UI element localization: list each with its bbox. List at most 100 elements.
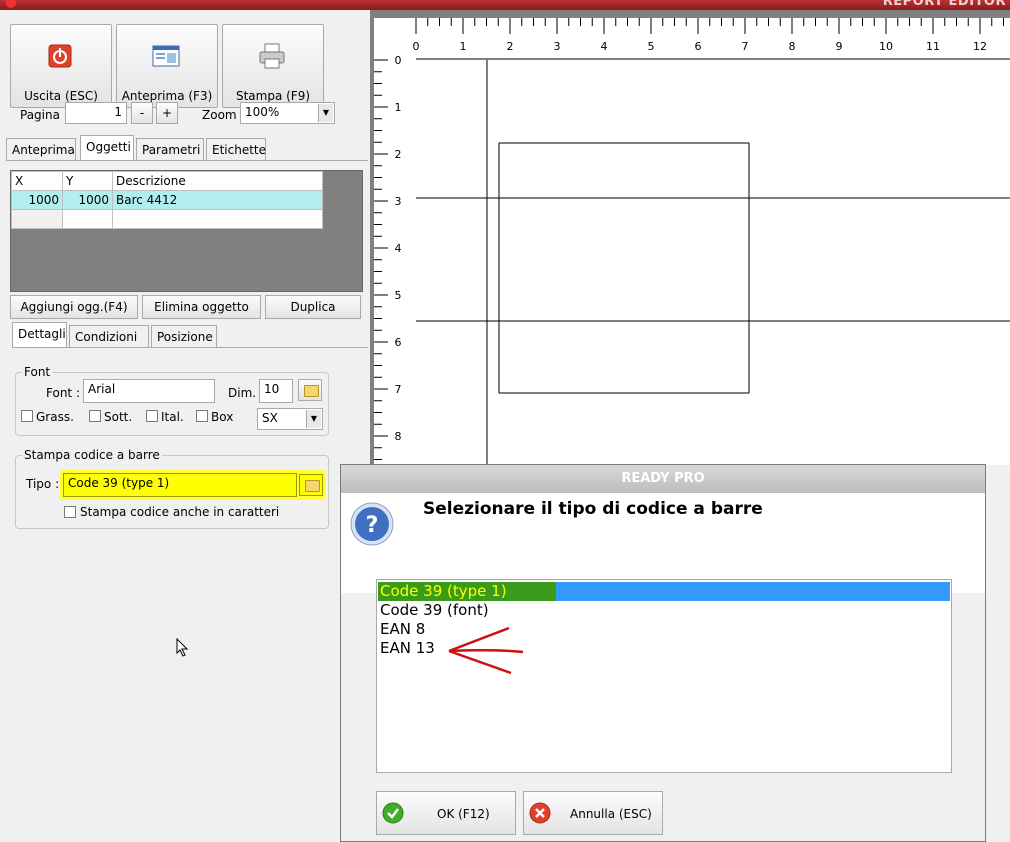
cancel-button[interactable]: Annulla (ESC) [523,791,663,835]
column-header-descrizione[interactable]: Descrizione [112,171,323,191]
delete-object-button[interactable]: Elimina oggetto [142,295,261,319]
print-chars-label: Stampa codice anche in caratteri [80,505,280,519]
dialog-title: READY PRO [341,465,985,493]
list-item-ean8[interactable]: EAN 8 [380,620,425,639]
cell-empty[interactable] [11,209,63,229]
add-object-button[interactable]: Aggiungi ogg.(F4) [10,295,138,319]
zoom-select[interactable]: 100% ▼ [240,102,335,124]
cell-empty[interactable] [112,209,323,229]
ruler-left-label: 8 [395,430,402,443]
window-title-bar: REPORT EDITOR [0,0,1010,10]
underline-label: Sott. [104,410,133,424]
ruler-left-label: 1 [395,101,402,114]
font-size-label: Dim. [228,386,257,400]
chevron-down-icon: ▼ [318,104,333,122]
ruler-top-label: 11 [926,40,940,53]
bold-label: Grass. [36,410,74,424]
page-number-field[interactable]: 1 [65,102,127,124]
ok-button-label: OK (F12) [437,807,490,821]
main-tabbar: Anteprima Oggetti Parametri Etichette [6,135,366,160]
ruler-left-label: 7 [395,383,402,396]
check-icon [382,802,404,824]
page-next-button[interactable]: + [156,102,178,124]
barcode-type-field[interactable]: Code 39 (type 1) [63,473,297,497]
tab-divider [6,160,368,161]
font-size-field[interactable]: 10 [259,379,293,403]
tab-condizioni[interactable]: Condizioni [69,325,149,347]
underline-checkbox[interactable] [89,410,101,422]
ruler-left-label: 6 [395,336,402,349]
bold-checkbox[interactable] [21,410,33,422]
column-header-y[interactable]: Y [62,171,113,191]
question-icon: ? [350,502,394,546]
objects-grid[interactable]: X Y Descrizione 1000 1000 Barc 4412 [10,170,363,292]
column-header-x[interactable]: X [11,171,63,191]
printer-icon [259,43,285,69]
tab-dettagli[interactable]: Dettagli [12,322,67,347]
list-item-ean13[interactable]: EAN 13 [380,639,435,658]
barcode-type-list[interactable]: Code 39 (type 1) Code 39 (font) EAN 8 EA… [376,579,952,773]
svg-text:?: ? [366,513,379,538]
ruler-top-label: 7 [742,40,749,53]
cell-descrizione[interactable]: Barc 4412 [112,190,323,210]
power-icon [48,44,72,68]
alignment-select[interactable]: SX ▼ [257,408,323,430]
cell-y[interactable]: 1000 [62,190,113,210]
exit-button[interactable]: Uscita (ESC) [10,24,112,108]
cell-x[interactable]: 1000 [11,190,63,210]
tab-posizione[interactable]: Posizione [151,325,217,347]
app-logo-icon [6,0,16,8]
ruler-left-label: 4 [395,242,402,255]
ruler-top-label: 1 [460,40,467,53]
print-button[interactable]: Stampa (F9) [222,24,324,108]
page-prev-button[interactable]: - [131,102,153,124]
ruler-left-label: 3 [395,195,402,208]
font-label: Font : [46,386,80,400]
table-row[interactable]: 1000 1000 Barc 4412 [11,190,323,210]
cell-empty[interactable] [62,209,113,229]
preview-button[interactable]: Anteprima (F3) [116,24,218,108]
ok-button[interactable]: OK (F12) [376,791,516,835]
ruler-top-label: 12 [973,40,987,53]
preview-button-label: Anteprima (F3) [121,89,213,103]
report-canvas[interactable]: 0 1 2 3 4 5 6 7 8 9 10 11 12 012345678 [370,14,1010,465]
cancel-button-label: Annulla (ESC) [570,807,652,821]
exit-button-label: Uscita (ESC) [24,89,98,103]
italic-label: Ital. [161,410,184,424]
barcode-type-dialog: READY PRO ? Selezionare il tipo di codic… [340,464,986,842]
folder-icon [304,385,319,397]
ruler-top-label: 3 [554,40,561,53]
ruler-top-label: 9 [836,40,843,53]
window-title: REPORT EDITOR [882,0,1006,9]
ruler-top-label: 6 [695,40,702,53]
list-item-code39-type1[interactable]: Code 39 (type 1) [380,582,507,601]
duplicate-button[interactable]: Duplica [265,295,361,319]
zoom-label: Zoom [202,108,237,122]
box-checkbox[interactable] [196,410,208,422]
print-button-label: Stampa (F9) [235,89,311,103]
tab-anteprima[interactable]: Anteprima [6,138,76,160]
paper-sheet [416,60,1010,465]
ruler-top-label: 0 [413,40,420,53]
list-item-code39-font[interactable]: Code 39 (font) [380,601,489,620]
font-groupbox: Font Font : Arial Dim. 10 Grass. Sott. I… [15,365,329,436]
table-row-empty[interactable] [11,209,323,229]
italic-checkbox[interactable] [146,410,158,422]
tab-etichette[interactable]: Etichette [206,138,266,160]
ruler-top-label: 8 [789,40,796,53]
barcode-type-label: Tipo : [26,477,60,491]
tab-oggetti[interactable]: Oggetti [80,135,134,160]
ruler-top-label: 10 [879,40,893,53]
barcode-type-picker-button[interactable] [299,474,323,496]
ruler-left-label: 5 [395,289,402,302]
detail-tab-divider [12,347,368,348]
barcode-groupbox: Stampa codice a barre Tipo : Code 39 (ty… [15,448,329,529]
print-chars-checkbox[interactable] [64,506,76,518]
tab-parametri[interactable]: Parametri [136,138,204,160]
ruler-top-label: 5 [648,40,655,53]
mouse-cursor-icon [176,638,189,657]
alignment-select-value: SX [262,411,278,425]
font-name-field[interactable]: Arial [83,379,215,403]
font-picker-button[interactable] [298,379,322,401]
ruler-top-bg [374,18,1010,58]
